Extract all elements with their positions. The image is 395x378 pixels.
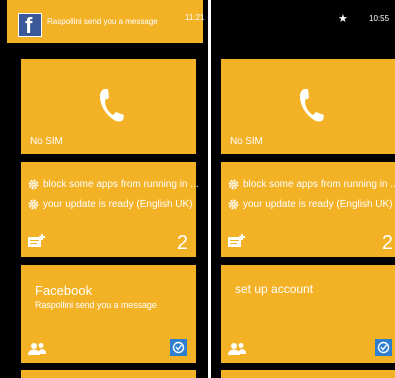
notification-count: 2 (381, 232, 393, 254)
notification-text: block some apps from running in ... (243, 179, 395, 190)
right-phone-screen: ★ 10:55 No SIM block some apps from runn… (211, 0, 395, 378)
message-icon (228, 234, 245, 247)
gear-icon (28, 199, 39, 210)
notification-text: your update is ready (English UK) (43, 199, 193, 210)
people-icon (228, 343, 246, 355)
notifications-tile[interactable]: block some apps from running in ... your… (21, 162, 199, 257)
message-icon (28, 234, 45, 247)
sync-badge[interactable] (170, 339, 187, 356)
sync-icon (172, 341, 185, 354)
phone-tile[interactable]: No SIM (21, 59, 196, 154)
phone-icon (100, 89, 124, 122)
gear-icon (28, 179, 39, 190)
account-tile[interactable]: set up account (221, 265, 395, 363)
facebook-tile[interactable]: Facebook Raspollini send you a message (21, 265, 196, 363)
account-tile-title: set up account (235, 282, 314, 296)
status-clock: 10:55 (369, 14, 390, 23)
notification-line: block some apps from running in ... (228, 179, 395, 190)
status-clock: 11:21 (185, 13, 205, 22)
notification-line: your update is ready (English UK) (28, 199, 193, 210)
facebook-logo-icon: f (18, 13, 42, 38)
phone-tile[interactable]: No SIM (221, 59, 395, 154)
people-icon (28, 343, 46, 355)
no-sim-label: No SIM (230, 136, 263, 147)
gear-icon (228, 199, 239, 210)
facebook-tile-title: Facebook (35, 283, 93, 298)
notification-count: 2 (176, 232, 188, 254)
facebook-notification-toast[interactable]: f Raspollini send you a message 11:21 (7, 0, 205, 43)
notifications-tile[interactable]: block some apps from running in ... your… (221, 162, 395, 257)
gear-icon (228, 179, 239, 190)
notification-line: block some apps from running in ... (28, 179, 199, 190)
sync-icon (377, 341, 390, 354)
sync-badge[interactable] (375, 339, 392, 356)
next-tile-edge[interactable] (221, 370, 395, 378)
notification-line: your update is ready (English UK) (228, 199, 393, 210)
notification-text: block some apps from running in ... (43, 179, 199, 190)
no-sim-label: No SIM (30, 136, 63, 147)
notification-text: your update is ready (English UK) (243, 199, 393, 210)
next-tile-edge[interactable] (21, 370, 196, 378)
facebook-tile-subtitle: Raspollini send you a message (35, 300, 157, 310)
toast-message: Raspollini send you a message (47, 17, 158, 26)
star-icon: ★ (338, 13, 348, 25)
phone-icon (300, 89, 324, 122)
left-phone-screen: f Raspollini send you a message 11:21 No… (0, 0, 208, 378)
